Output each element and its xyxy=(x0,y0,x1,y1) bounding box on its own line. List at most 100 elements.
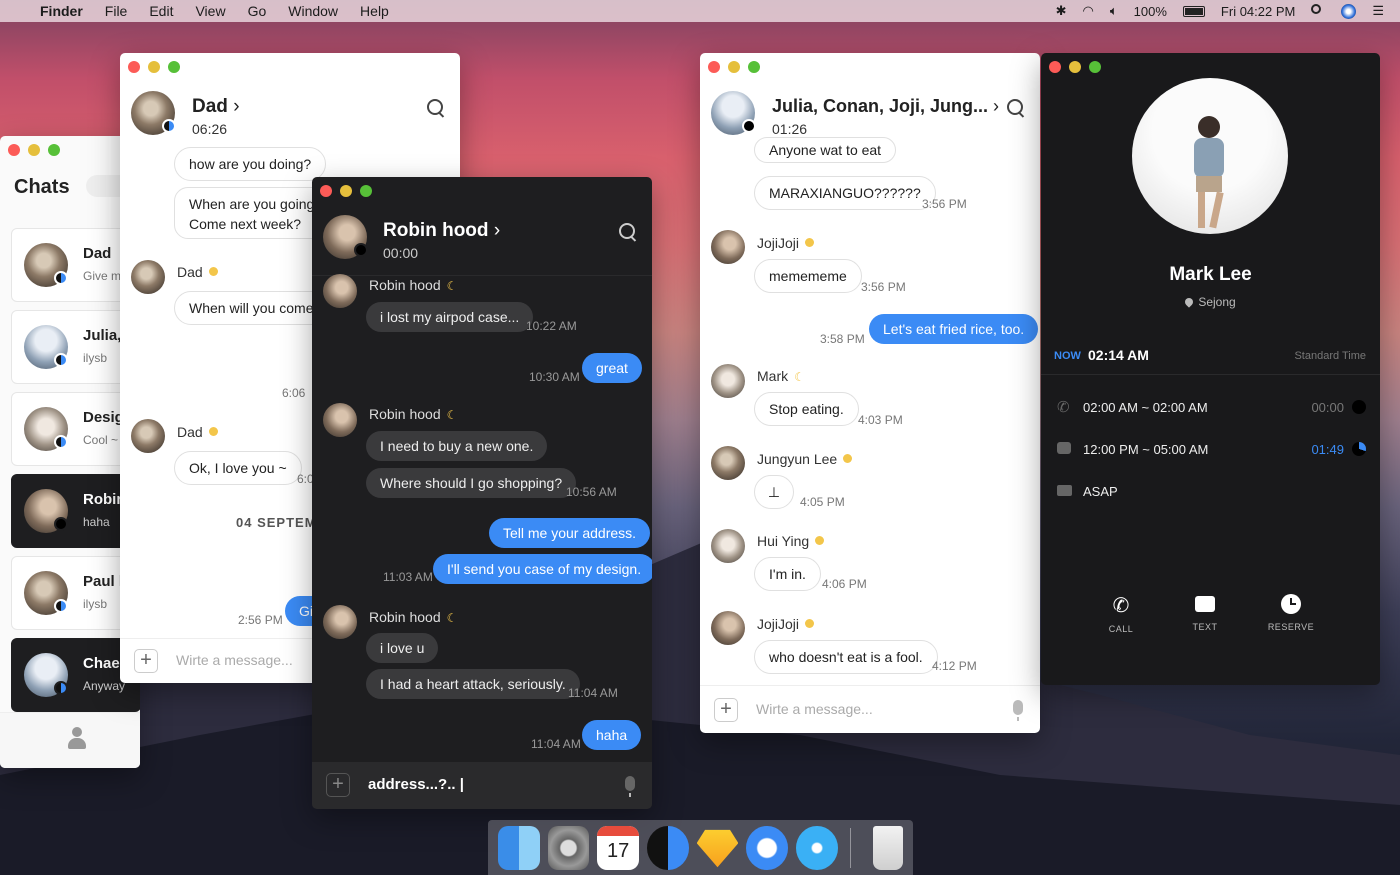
message-input[interactable]: Wirte a message... xyxy=(756,701,873,717)
message-bubble: i lost my airpod case... xyxy=(366,302,534,332)
battery-icon[interactable] xyxy=(1182,5,1205,17)
spotlight-icon[interactable] xyxy=(1311,4,1325,18)
contacts-tab-icon[interactable] xyxy=(68,727,86,749)
add-attachment-button[interactable]: + xyxy=(714,698,738,722)
phone-icon: ✆ xyxy=(1112,595,1130,617)
microphone-icon[interactable] xyxy=(1013,700,1023,721)
message-time: 6:06 xyxy=(282,386,306,400)
schedule-value: 00:00 xyxy=(1311,400,1344,415)
moon-icon: ☾ xyxy=(446,611,458,625)
schedule-row[interactable]: ASAP xyxy=(1041,477,1380,507)
action-text[interactable]: TEXT xyxy=(1180,593,1230,632)
sketch-icon[interactable] xyxy=(696,829,739,868)
minimize-button[interactable] xyxy=(728,61,740,73)
contact-name[interactable]: Dad › xyxy=(192,96,240,118)
zoom-button[interactable] xyxy=(748,61,760,73)
message-time: 4:12 PM xyxy=(932,659,977,673)
messages-icon[interactable] xyxy=(796,825,838,870)
message-bubble: I'm in. xyxy=(754,557,821,591)
sender-name: Mark ☾ xyxy=(757,368,805,384)
add-attachment-button[interactable]: + xyxy=(134,649,158,673)
status-dot-icon xyxy=(815,536,825,545)
schedule-row[interactable]: ✆ 02:00 AM ~ 02:00 AM 00:00 xyxy=(1041,393,1380,423)
menu-help[interactable]: Help xyxy=(360,3,389,19)
calendar-icon[interactable]: 17 xyxy=(597,825,640,870)
clock[interactable]: Fri 04:22 PM xyxy=(1221,4,1295,19)
status-badge xyxy=(54,271,68,285)
message-input[interactable]: address...?.. | xyxy=(368,776,464,793)
messenger-app-icon[interactable] xyxy=(647,825,689,870)
message-bubble: When are you going h Come next week? xyxy=(174,187,334,239)
call-timer: 01:26 xyxy=(772,121,808,137)
status-badge xyxy=(354,243,368,257)
system-preferences-icon[interactable] xyxy=(547,825,590,870)
schedule-range: 12:00 PM ~ 05:00 AM xyxy=(1083,442,1209,457)
minimize-button[interactable] xyxy=(1069,61,1081,73)
wifi-icon[interactable]: ◠ xyxy=(1083,3,1094,19)
message-time: 11:04 AM xyxy=(531,737,581,751)
avatar xyxy=(131,260,165,294)
notification-center-icon[interactable]: ☰ xyxy=(1372,3,1384,19)
avatar xyxy=(323,605,357,639)
schedule-range: ASAP xyxy=(1083,484,1118,499)
menu-app-name[interactable]: Finder xyxy=(40,3,83,19)
moon-icon: ☾ xyxy=(794,370,805,384)
status-badge xyxy=(54,353,68,367)
search-icon[interactable] xyxy=(427,99,445,117)
trash-icon[interactable] xyxy=(872,825,903,870)
message-time: 10:22 AM xyxy=(526,319,577,333)
safari-icon[interactable] xyxy=(746,825,789,870)
message-bubble: MARAXIANGUO?????? xyxy=(754,176,936,210)
volume-icon[interactable]: 🔈︎ xyxy=(1110,3,1118,19)
status-badge xyxy=(54,681,68,695)
zoom-button[interactable] xyxy=(1089,61,1101,73)
close-button[interactable] xyxy=(8,144,20,156)
zoom-button[interactable] xyxy=(48,144,60,156)
close-button[interactable] xyxy=(320,185,332,197)
chat-preview: ilysb xyxy=(83,597,108,611)
close-button[interactable] xyxy=(708,61,720,73)
zoom-button[interactable] xyxy=(168,61,180,73)
contact-name[interactable]: Julia, Conan, Joji, Jung... › xyxy=(772,96,999,117)
action-call[interactable]: ✆ CALL xyxy=(1096,593,1146,634)
siri-icon[interactable] xyxy=(1341,3,1357,19)
minimize-button[interactable] xyxy=(340,185,352,197)
message-input[interactable]: Wirte a message... xyxy=(176,652,293,668)
menu-edit[interactable]: Edit xyxy=(149,3,173,19)
action-reserve[interactable]: RESERVE xyxy=(1266,593,1316,632)
close-button[interactable] xyxy=(1049,61,1061,73)
avatar xyxy=(711,364,745,398)
avatar xyxy=(711,230,745,264)
menu-go[interactable]: Go xyxy=(248,3,267,19)
chat-preview: Give m xyxy=(83,269,122,283)
menu-file[interactable]: File xyxy=(105,3,128,19)
window-controls xyxy=(1049,61,1101,73)
message-bubble-sent: Let's eat fried rice, too. xyxy=(869,314,1039,344)
now-time: 02:14 AM xyxy=(1088,347,1149,363)
close-button[interactable] xyxy=(128,61,140,73)
menu-window[interactable]: Window xyxy=(288,3,338,19)
status-badge xyxy=(54,599,68,613)
contact-name[interactable]: Robin hood › xyxy=(383,220,500,242)
add-attachment-button[interactable]: + xyxy=(326,773,350,797)
message-time: 4:06 PM xyxy=(822,577,867,591)
chevron-right-icon: › xyxy=(493,220,501,241)
minimize-button[interactable] xyxy=(28,144,40,156)
microphone-icon[interactable] xyxy=(625,776,635,797)
menu-view[interactable]: View xyxy=(195,3,225,19)
window-controls xyxy=(8,144,60,156)
zoom-button[interactable] xyxy=(360,185,372,197)
call-timer: 06:26 xyxy=(192,121,228,137)
menu-bar: Finder File Edit View Go Window Help ✱ ◠… xyxy=(0,0,1400,22)
chat-name: Dad xyxy=(83,245,112,262)
bottom-tab-bar xyxy=(0,712,140,768)
moon-icon: ☾ xyxy=(446,279,458,293)
search-icon[interactable] xyxy=(1007,99,1025,117)
sender-name: Dad xyxy=(177,264,218,280)
finder-icon[interactable] xyxy=(498,825,540,870)
bluetooth-icon[interactable]: ✱ xyxy=(1056,3,1067,19)
search-icon[interactable] xyxy=(619,223,637,241)
schedule-row[interactable]: 12:00 PM ~ 05:00 AM 01:49 xyxy=(1041,435,1380,465)
window-controls xyxy=(320,185,372,197)
minimize-button[interactable] xyxy=(148,61,160,73)
